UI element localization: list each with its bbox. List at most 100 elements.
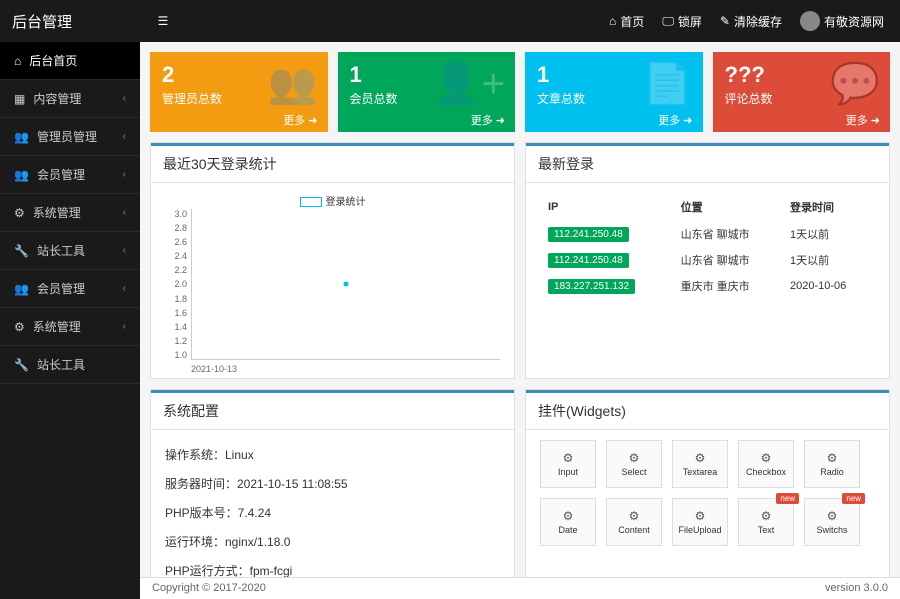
chart-y-axis: 3.02.82.62.42.22.01.81.61.41.21.0 — [165, 209, 187, 360]
widget-text[interactable]: ⚙Textnew — [738, 498, 794, 546]
stat-more[interactable]: 更多 ➜ — [283, 112, 317, 128]
stat-card-2[interactable]: 1文章总数更多 ➜📄 — [525, 52, 703, 132]
th-loc: 位置 — [673, 193, 782, 221]
widget-date[interactable]: ⚙Date — [540, 498, 596, 546]
table-row: 112.241.250.48山东省 聊城市1天以前 — [540, 247, 875, 273]
gear-icon: ⚙ — [563, 451, 574, 465]
widget-label: Select — [621, 467, 646, 477]
stat-bg-icon: 👤+ — [432, 60, 505, 107]
sidebar-item-8[interactable]: 🔧站长工具 — [0, 346, 140, 384]
sidebar-item-label: 会员管理 — [37, 166, 85, 183]
footer: Copyright © 2017-2020 version 3.0.0 — [140, 577, 900, 599]
sidebar-item-3[interactable]: 👥会员管理‹ — [0, 156, 140, 194]
login-loc: 重庆市 重庆市 — [673, 273, 782, 299]
widget-content[interactable]: ⚙ Content — [606, 498, 662, 546]
chevron-left-icon: ‹ — [123, 245, 126, 256]
sidebar-item-4[interactable]: ⚙系统管理‹ — [0, 194, 140, 232]
sys-panel-title: 系统配置 — [151, 390, 514, 430]
login-time: 2020-10-06 — [782, 273, 875, 299]
gear-icon: ⚙ — [827, 509, 838, 523]
sidebar-item-6[interactable]: 👥会员管理‹ — [0, 270, 140, 308]
ip-badge: 183.227.251.132 — [548, 279, 635, 294]
sidebar-item-2[interactable]: 👥管理员管理‹ — [0, 118, 140, 156]
widget-switchs[interactable]: ⚙Switchsnew — [804, 498, 860, 546]
gear-icon: ⚙ — [695, 451, 706, 465]
widget-textarea[interactable]: ⚙ Textarea — [672, 440, 728, 488]
y-tick: 3.0 — [165, 209, 187, 219]
stat-more[interactable]: 更多 ➜ — [658, 112, 692, 128]
sys-time: 服务器时间：2021-10-15 11:08:55 — [165, 469, 500, 498]
stat-card-1[interactable]: 1会员总数更多 ➜👤+ — [338, 52, 516, 132]
chart-point — [344, 282, 349, 287]
gear-icon: ⚙ — [14, 206, 25, 220]
widget-select[interactable]: ⚙Select — [606, 440, 662, 488]
y-tick: 2.2 — [165, 265, 187, 275]
widget-label: Checkbox — [746, 467, 786, 477]
widgets-grid: ⚙Input⚙Select⚙Textarea⚙Checkbox⚙Radio⚙Da… — [540, 440, 875, 546]
login-table: IP 位置 登录时间 112.241.250.48山东省 聊城市1天以前112.… — [540, 193, 875, 299]
nav-home[interactable]: ⌂首页 — [609, 13, 644, 30]
login-panel-body: IP 位置 登录时间 112.241.250.48山东省 聊城市1天以前112.… — [526, 183, 889, 309]
widget-label: FileUpload — [678, 525, 721, 535]
th-time: 登录时间 — [782, 193, 875, 221]
table-row: 183.227.251.132 重庆市 重庆市2020-10-06 — [540, 273, 875, 299]
sidebar-item-label: 后台首页 — [29, 52, 77, 69]
chart-panel-title: 最近30天登录统计 — [151, 143, 514, 183]
sidebar-item-label: 会员管理 — [37, 280, 85, 297]
stat-card-0[interactable]: 2管理员总数更多 ➜👥 — [150, 52, 328, 132]
sidebar-item-0[interactable]: ⌂ 后台首页 — [0, 42, 140, 80]
nav-user[interactable]: 有敬资源网 — [800, 11, 884, 31]
widget-label: Text — [758, 525, 775, 535]
topbar: 后台管理 ☰ ⌂首页 🖵锁屏 ✎清除缓存 有敬资源网 — [0, 0, 900, 42]
sys-env: 运行环境：nginx/1.18.0 — [165, 527, 500, 556]
sidebar-item-1[interactable]: ▦内容管理‹ — [0, 80, 140, 118]
chart-panel: 最近30天登录统计 登录统计 3.02.82.62.42.22.01.81.61… — [150, 142, 515, 379]
ip-badge: 112.241.250.48 — [548, 227, 629, 242]
widget-fileupload[interactable]: ⚙ FileUpload — [672, 498, 728, 546]
widget-panel-title: 挂件(Widgets) — [526, 390, 889, 430]
wrench-icon: 🔧 — [14, 358, 29, 372]
panels-row-1: 最近30天登录统计 登录统计 3.02.82.62.42.22.01.81.61… — [150, 142, 890, 379]
content: 2管理员总数更多 ➜👥1会员总数更多 ➜👤+1文章总数更多 ➜📄???评论总数更… — [140, 42, 900, 577]
gear-icon: ⚙ — [761, 509, 772, 523]
gear-icon: ⚙ — [695, 509, 706, 523]
stat-bg-icon: 👥 — [268, 60, 318, 107]
sidebar-toggle[interactable]: ☰ — [148, 6, 178, 36]
widget-label: Content — [618, 525, 650, 535]
nav-lock[interactable]: 🖵锁屏 — [662, 13, 702, 30]
sidebar-item-label: 系统管理 — [33, 318, 81, 335]
gear-icon: ⚙ — [563, 509, 574, 523]
gear-icon: ⚙ — [761, 451, 772, 465]
widget-label: Textarea — [683, 467, 718, 477]
widget-input[interactable]: ⚙ Input — [540, 440, 596, 488]
widget-panel: 挂件(Widgets) ⚙Input⚙Select⚙Textarea⚙Check… — [525, 389, 890, 577]
footer-right: version 3.0.0 — [825, 582, 888, 595]
sys-sapi: PHP运行方式：fpm-fcgi — [165, 556, 500, 577]
sidebar-item-5[interactable]: 🔧站长工具‹ — [0, 232, 140, 270]
bars-icon: ☰ — [158, 14, 169, 28]
home-icon: ⌂ — [609, 14, 616, 28]
sidebar-item-7[interactable]: ⚙ 系统管理 ‹ — [0, 308, 140, 346]
widget-radio[interactable]: ⚙Radio — [804, 440, 860, 488]
home-icon: ⌂ — [14, 54, 21, 68]
stat-more[interactable]: 更多 ➜ — [846, 112, 880, 128]
widget-checkbox[interactable]: ⚙ Checkbox — [738, 440, 794, 488]
sys-os: 操作系统：Linux — [165, 440, 500, 469]
gear-icon: ⚙ — [14, 320, 25, 334]
chevron-left-icon: ‹ — [123, 321, 126, 332]
sys-panel-body: 操作系统：Linux 服务器时间：2021-10-15 11:08:55 PHP… — [151, 430, 514, 577]
nav-clear-cache[interactable]: ✎清除缓存 — [720, 13, 782, 30]
sidebar-item-label: 管理员管理 — [37, 128, 97, 145]
chevron-left-icon: ‹ — [123, 131, 126, 142]
stat-more[interactable]: 更多 ➜ — [471, 112, 505, 128]
login-panel-title: 最新登录 — [526, 143, 889, 183]
chart-plot — [191, 209, 500, 360]
chart-area: 登录统计 3.02.82.62.42.22.01.81.61.41.21.0 2… — [151, 183, 514, 378]
stat-card-3[interactable]: ???评论总数更多 ➜💬 — [713, 52, 891, 132]
chevron-left-icon: ‹ — [123, 93, 126, 104]
sidebar-item-label: 系统管理 — [33, 204, 81, 221]
y-tick: 1.8 — [165, 294, 187, 304]
widget-label: Input — [558, 467, 578, 477]
topbar-right: ⌂首页 🖵锁屏 ✎清除缓存 有敬资源网 — [609, 11, 900, 31]
gear-icon: ⚙ — [629, 509, 640, 523]
